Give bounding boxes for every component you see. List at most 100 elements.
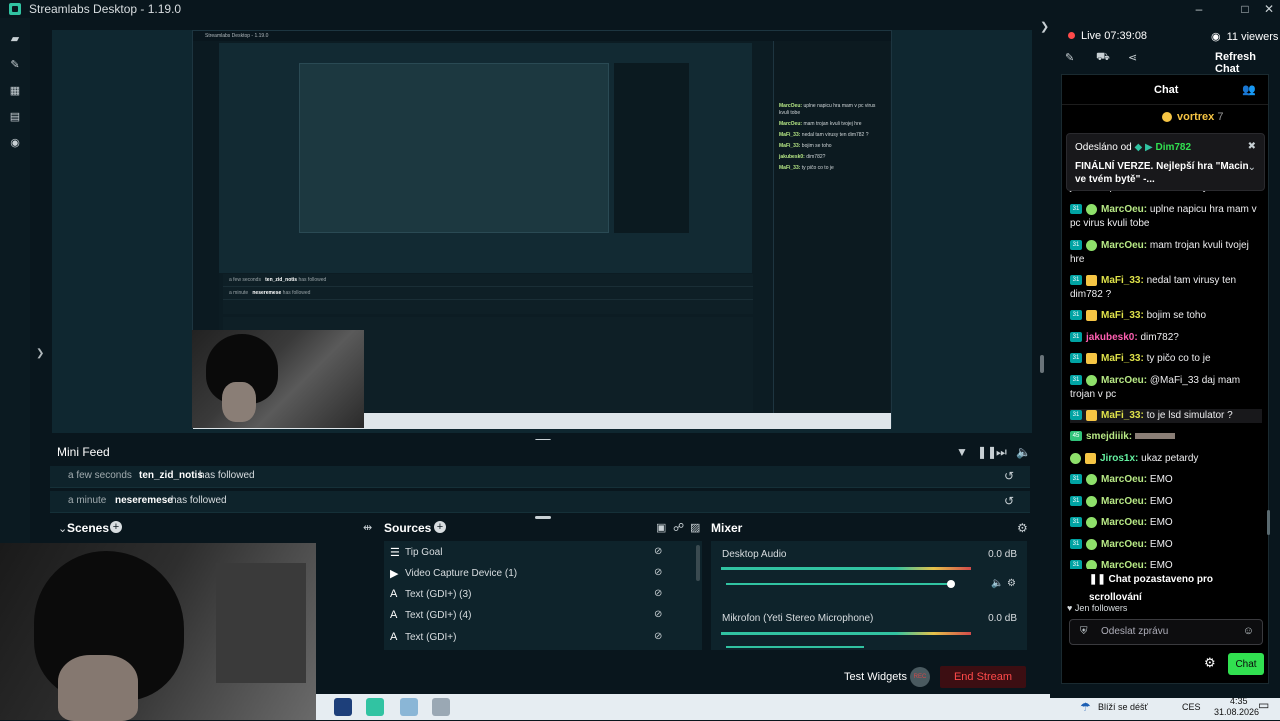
maximize-button[interactable]: □ [1234, 0, 1256, 18]
chat-scrollbar[interactable] [1267, 510, 1270, 535]
visibility-off-icon[interactable]: ⊘ [654, 567, 662, 578]
preview-resize-handle[interactable] [1040, 355, 1044, 373]
source-item[interactable]: ☰ Tip Goal ⊘ [384, 542, 684, 563]
chat-message: 31 MarcOeu: EMO [1070, 538, 1262, 552]
avatar-badge-icon [1086, 538, 1097, 550]
record-button[interactable]: REC [910, 667, 930, 687]
add-source-icon[interactable]: + [434, 521, 446, 533]
live-timer: Live 07:39:08 [1081, 30, 1148, 42]
layout-icon[interactable]: ▤ [9, 110, 21, 123]
viewers-label: 11 viewers [1226, 31, 1279, 43]
live-status: Live 07:39:08 [1068, 30, 1147, 42]
panel-split-icon[interactable]: ⇹ [363, 521, 372, 534]
expand-icon[interactable]: ⌄ [1248, 162, 1256, 173]
chat-collapse-icon[interactable]: ❯ [1040, 20, 1049, 33]
volume-slider[interactable] [726, 646, 864, 648]
chat-paused-banner[interactable]: ❚❚ Chat pozastaveno pro scrollování [1081, 571, 1249, 603]
nested-feed-row: a minute neseremese has followed [223, 287, 753, 300]
sub-badge-icon: 31 [1070, 332, 1082, 343]
avatar-badge-icon [1086, 516, 1097, 528]
nested-chat-msg: MaFi_33: ty pičo co to je [779, 165, 834, 171]
record-icon[interactable]: ◉ [9, 136, 21, 149]
resize-handle[interactable] [535, 516, 551, 519]
channel-settings-icon[interactable]: ⚙ [1007, 578, 1016, 589]
sidebar-toggle-icon[interactable]: ❯ [36, 348, 44, 359]
store-icon[interactable]: ▦ [9, 84, 21, 97]
source-label: Text (GDI+) (4) [405, 610, 472, 621]
volume-icon[interactable]: 🔈 [1016, 445, 1031, 459]
visibility-off-icon[interactable]: ⊘ [654, 631, 662, 642]
unpin-icon[interactable]: ✖ [1248, 141, 1256, 152]
chat-message: 31 MarcOeu: EMO [1070, 495, 1262, 509]
volume-slider[interactable] [726, 583, 951, 585]
add-scene-icon[interactable]: + [110, 521, 122, 533]
source-item[interactable]: A Text (GDI+) (3) ⊘ [384, 584, 684, 605]
source-item[interactable]: ▶ Video Capture Device (1) ⊘ [384, 563, 684, 584]
mixer-title: Mixer [711, 521, 743, 535]
bits-badge-icon [1085, 452, 1096, 464]
avatar-badge-icon [1086, 239, 1097, 251]
chat-input[interactable]: ⛨ Odeslat zprávu ☺ [1069, 619, 1263, 645]
source-folder-icon[interactable]: ▣ [656, 521, 666, 534]
end-stream-button[interactable]: End Stream [940, 666, 1026, 688]
pause-icon[interactable]: ❚❚ [977, 445, 997, 459]
avatar-badge-icon [1086, 473, 1097, 485]
weather-text: Blíží se déšť [1098, 702, 1148, 712]
taskbar-app-icon[interactable] [334, 698, 352, 716]
mixer-channel-label: Desktop Audio [722, 549, 787, 560]
scenes-title: Scenes [67, 521, 110, 535]
users-icon[interactable]: 👥 [1242, 83, 1256, 96]
source-item[interactable]: A Text (GDI+) (4) ⊘ [384, 605, 684, 626]
close-button[interactable]: ✕ [1258, 0, 1280, 18]
feed-user: ten_zid_notis [139, 470, 203, 481]
bits-badge-icon [1086, 274, 1097, 286]
notification-icon[interactable]: ▭ [1258, 698, 1269, 712]
test-widgets-button[interactable]: Test Widgets [844, 671, 907, 683]
audio-meter [721, 632, 971, 635]
volume-slider-knob[interactable] [947, 580, 955, 588]
chat-tool-icon[interactable]: ⛟ [1096, 51, 1110, 65]
mute-icon[interactable]: 🔈 [991, 578, 1003, 589]
pinned-header: Odesláno od ◆ ▶ Dim782 [1075, 142, 1192, 153]
chat-title: Chat [1154, 84, 1179, 96]
taskbar-streamlabs-icon[interactable] [366, 698, 384, 716]
taskbar-app-icon[interactable] [432, 698, 450, 716]
emote-picker-icon[interactable]: ☺ [1243, 625, 1254, 637]
share-icon[interactable]: ⋖ [1128, 51, 1137, 64]
repeat-icon[interactable]: ↺ [1004, 494, 1014, 508]
visibility-off-icon[interactable]: ⊘ [654, 588, 662, 599]
minimize-button[interactable]: – [1188, 0, 1210, 18]
send-chat-button[interactable]: Chat [1228, 653, 1264, 675]
collapse-icon[interactable]: ⌄ [58, 522, 67, 535]
source-filter-icon[interactable]: ☍ [673, 521, 684, 534]
sub-badge-icon: 31 [1070, 496, 1082, 507]
visibility-off-icon[interactable]: ⊘ [654, 609, 662, 620]
chat-message: 31 jakubesk0: dim782? [1070, 331, 1262, 345]
sources-scrollbar[interactable] [696, 545, 700, 581]
source-properties-icon[interactable]: ▨ [690, 521, 700, 534]
skip-icon[interactable]: ⏭ [996, 445, 1007, 460]
visibility-off-icon[interactable]: ⊘ [654, 546, 662, 557]
pinned-message[interactable]: Odesláno od ◆ ▶ Dim782 FINÁLNÍ VERZE. Ne… [1066, 133, 1265, 191]
avatar-badge-icon [1086, 203, 1097, 215]
chat-settings-icon[interactable]: ⚙ [1204, 655, 1216, 671]
nested-chat-msg: MaFi_33: bojim se toho [779, 143, 832, 149]
themes-icon[interactable]: ✎ [9, 58, 21, 71]
source-item[interactable]: A Text (GDI+) ⊘ [384, 627, 684, 648]
taskbar-app-icon[interactable] [400, 698, 418, 716]
filter-icon[interactable]: ▼ [956, 445, 968, 459]
app-title: Streamlabs Desktop - 1.19.0 [29, 2, 182, 16]
edit-icon[interactable]: ✎ [1065, 51, 1074, 64]
camera-icon: ▶ [390, 568, 399, 580]
heart-icon: ♥ [1067, 603, 1075, 613]
repeat-icon[interactable]: ↺ [1004, 469, 1014, 483]
nested-chat-msg: MarcOeu: mam trojan kvuli tvojej hre [779, 121, 862, 127]
bits-badge-icon [1086, 352, 1097, 364]
mixer-settings-icon[interactable]: ⚙ [1017, 521, 1028, 535]
mini-feed-title: Mini Feed [57, 445, 110, 459]
refresh-chat-button[interactable]: Refresh Chat [1215, 51, 1280, 75]
language-indicator[interactable]: CES [1182, 702, 1201, 712]
chat-message: 31 MaFi_33: ty pičo co to je [1070, 352, 1262, 366]
nested-chat: MarcOeu: uplne napicu hra mam v pc virus… [773, 41, 890, 414]
editor-icon[interactable]: ▰ [9, 32, 21, 45]
